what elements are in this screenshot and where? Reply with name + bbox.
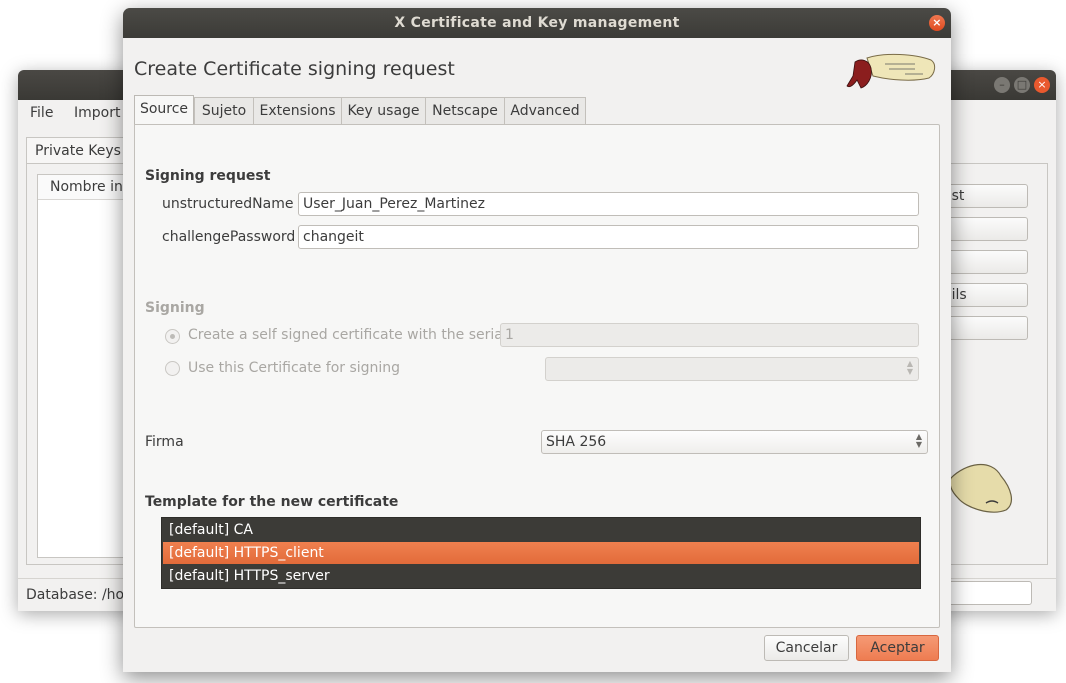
template-item-https-client[interactable]: [default] HTTPS_client xyxy=(163,542,919,564)
firma-label: Firma xyxy=(145,434,184,450)
self-signed-radio[interactable] xyxy=(165,329,180,344)
menu-file[interactable]: File xyxy=(30,105,53,121)
tab-source[interactable]: Source xyxy=(134,95,194,124)
challenge-password-label: challengePassword xyxy=(162,229,296,245)
tab-advanced[interactable]: Advanced xyxy=(504,97,586,124)
unstructured-name-input[interactable] xyxy=(298,192,919,216)
tab-extensions[interactable]: Extensions xyxy=(253,97,342,124)
tab-netscape[interactable]: Netscape xyxy=(425,97,505,124)
seal-logo-icon xyxy=(846,53,936,89)
cancel-button[interactable]: Cancelar xyxy=(764,635,849,661)
column-name-header[interactable]: Nombre int xyxy=(50,179,128,195)
chevron-updown-icon: ▲ ▼ xyxy=(915,432,922,449)
source-tab-panel: Signing request unstructuredName challen… xyxy=(134,124,940,628)
chevron-updown-icon: ▲ ▼ xyxy=(906,359,913,376)
tab-private-keys[interactable]: Private Keys xyxy=(26,137,130,164)
challenge-password-input[interactable] xyxy=(298,225,919,249)
use-certificate-radio[interactable] xyxy=(165,361,180,376)
dialog-titlebar: X Certificate and Key management × xyxy=(123,8,951,38)
self-signed-label: Create a self signed certificate with th… xyxy=(188,327,507,343)
serial-input[interactable] xyxy=(500,323,919,347)
signing-request-title: Signing request xyxy=(145,168,271,184)
template-list[interactable]: [default] CA [default] HTTPS_client [def… xyxy=(161,517,921,589)
status-box xyxy=(948,581,1032,605)
maximize-icon[interactable]: □ xyxy=(1014,77,1030,93)
minimize-icon[interactable]: – xyxy=(994,77,1010,93)
csr-dialog: X Certificate and Key management × Creat… xyxy=(123,8,951,672)
page-title: Create Certificate signing request xyxy=(134,58,455,80)
close-icon[interactable]: × xyxy=(1034,77,1050,93)
dialog-close-icon[interactable]: × xyxy=(929,15,945,31)
firma-value: SHA 256 xyxy=(546,434,607,450)
unstructured-name-label: unstructuredName xyxy=(162,196,294,212)
seal-logo-icon xyxy=(949,463,1013,513)
template-title: Template for the new certificate xyxy=(145,494,399,510)
accept-button[interactable]: Aceptar xyxy=(856,635,939,661)
signing-certificate-select[interactable]: ▲ ▼ xyxy=(545,357,919,381)
template-item-https-server[interactable]: [default] HTTPS_server xyxy=(163,565,919,587)
use-certificate-label: Use this Certificate for signing xyxy=(188,360,401,376)
signing-title: Signing xyxy=(145,300,205,316)
dialog-title: X Certificate and Key management xyxy=(394,15,680,31)
menu-import[interactable]: Import xyxy=(74,105,120,121)
status-database-path: Database: /hor xyxy=(26,587,130,603)
firma-select[interactable]: SHA 256 ▲ ▼ xyxy=(541,430,928,454)
tab-key-usage[interactable]: Key usage xyxy=(341,97,426,124)
tab-sujeto[interactable]: Sujeto xyxy=(194,97,254,124)
template-item-ca[interactable]: [default] CA xyxy=(163,519,919,541)
